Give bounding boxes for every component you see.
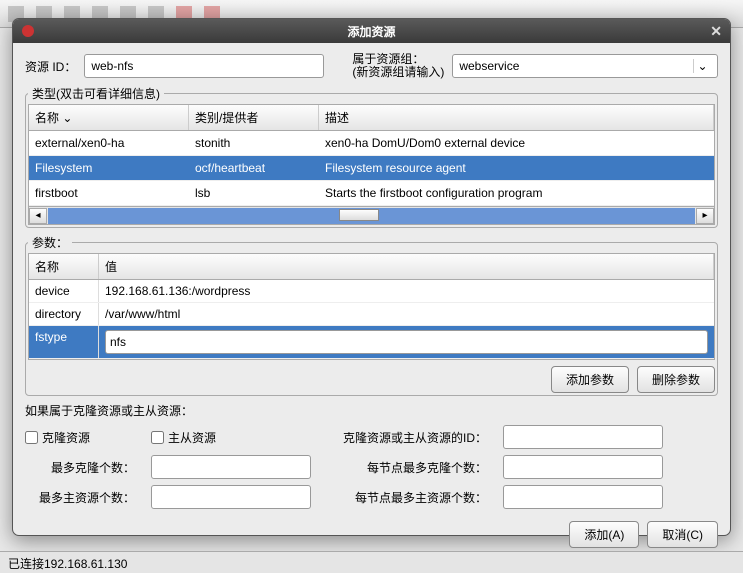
close-icon[interactable]: ✕ — [710, 23, 722, 40]
max-ms-input[interactable] — [151, 485, 311, 509]
pcol-name[interactable]: 名称 — [29, 254, 99, 279]
param-value-input[interactable] — [105, 330, 708, 354]
max-clone-node-label: 每节点最多克隆个数： — [327, 459, 487, 476]
pcol-value[interactable]: 值 — [99, 254, 714, 279]
titlebar: 添加资源 ✕ — [13, 19, 730, 43]
clone-checkbox[interactable]: 克隆资源 — [25, 429, 135, 446]
group-value: webservice — [459, 59, 519, 73]
col-desc[interactable]: 描述 — [319, 105, 714, 130]
max-clone-node-input[interactable] — [503, 455, 663, 479]
col-name[interactable]: 名称 ⌄ — [29, 105, 189, 130]
max-ms-label: 最多主资源个数： — [25, 489, 135, 506]
clone-section-label: 如果属于克隆资源或主从资源： — [25, 402, 718, 419]
max-ms-node-label: 每节点最多主资源个数： — [327, 489, 487, 506]
add-param-button[interactable]: 添加参数 — [551, 366, 629, 393]
type-row[interactable]: firstbootlsbStarts the firstboot configu… — [29, 181, 714, 206]
params-legend: 参数： — [28, 234, 72, 251]
type-row[interactable]: Filesystemocf/heartbeatFilesystem resour… — [29, 156, 714, 181]
max-clone-input[interactable] — [151, 455, 311, 479]
ok-button[interactable]: 添加(A) — [569, 521, 639, 548]
param-row[interactable]: fstype — [29, 326, 714, 359]
chevron-down-icon: ⌄ — [62, 111, 72, 125]
dialog-title: 添加资源 — [347, 23, 395, 40]
resource-id-input[interactable] — [84, 54, 324, 78]
group-sublabel: (新资源组请输入) — [352, 66, 444, 79]
status-bar: 已连接192.168.61.130 — [0, 551, 743, 573]
type-row[interactable]: external/xen0-hastonithxen0-ha DomU/Dom0… — [29, 131, 714, 156]
h-scrollbar[interactable]: ◂ ▸ — [29, 206, 714, 224]
chevron-down-icon[interactable]: ⌄ — [693, 59, 711, 73]
group-combo[interactable]: webservice ⌄ — [452, 54, 718, 78]
resource-id-label: 资源 ID： — [25, 58, 76, 75]
clone-id-label: 克隆资源或主从资源的ID： — [327, 429, 487, 446]
param-row[interactable]: directory/var/www/html — [29, 303, 714, 326]
scroll-thumb[interactable] — [339, 209, 379, 221]
scroll-right-icon[interactable]: ▸ — [696, 208, 714, 224]
type-fieldset: 类型(双击可看详细信息) 名称 ⌄ 类别/提供者 描述 external/xen… — [25, 85, 718, 228]
clone-id-input[interactable] — [503, 425, 663, 449]
params-fieldset: 参数： 名称 值 device192.168.61.136:/wordpress… — [25, 234, 718, 396]
col-provider[interactable]: 类别/提供者 — [189, 105, 319, 130]
cancel-button[interactable]: 取消(C) — [647, 521, 718, 548]
type-legend: 类型(双击可看详细信息) — [28, 85, 164, 102]
scroll-left-icon[interactable]: ◂ — [29, 208, 47, 224]
param-row[interactable]: device192.168.61.136:/wordpress — [29, 280, 714, 303]
max-clone-label: 最多克隆个数： — [25, 459, 135, 476]
ms-checkbox[interactable]: 主从资源 — [151, 429, 311, 446]
del-param-button[interactable]: 删除参数 — [637, 366, 715, 393]
add-resource-dialog: 添加资源 ✕ 资源 ID： 属于资源组： (新资源组请输入) webservic… — [12, 18, 731, 536]
max-ms-node-input[interactable] — [503, 485, 663, 509]
app-icon — [21, 24, 35, 38]
